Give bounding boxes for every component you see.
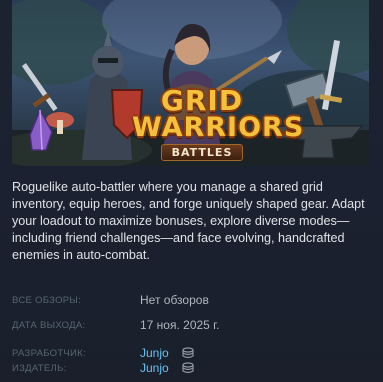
publisher-stack-icon	[182, 362, 194, 374]
developer-link[interactable]: Junjo	[140, 346, 169, 360]
release-date-value: 17 ноя. 2025 г.	[140, 318, 220, 332]
publisher-label: ИЗДАТЕЛЬ:	[12, 363, 67, 374]
developer-label: РАЗРАБОТЧИК:	[12, 348, 86, 359]
reviews-value: Нет обзоров	[140, 293, 209, 307]
game-capsule-image: GRID WARRIORS BATTLES	[12, 0, 369, 166]
logo-title-line1: GRID	[160, 84, 244, 117]
release-date-label: ДАТА ВЫХОДА:	[12, 320, 86, 331]
game-description: Roguelike auto-battler where you manage …	[12, 180, 365, 262]
logo-subtitle: BATTLES	[160, 144, 244, 161]
developer-stack-icon	[182, 347, 194, 359]
game-hover-card: GRID WARRIORS BATTLES Roguelike auto-bat…	[0, 0, 383, 382]
logo-title-line2: WARRIORS	[132, 112, 305, 143]
game-logo: GRID WARRIORS BATTLES	[132, 84, 305, 166]
publisher-link[interactable]: Junjo	[140, 361, 169, 375]
reviews-label: ВСЕ ОБЗОРЫ:	[12, 295, 82, 306]
